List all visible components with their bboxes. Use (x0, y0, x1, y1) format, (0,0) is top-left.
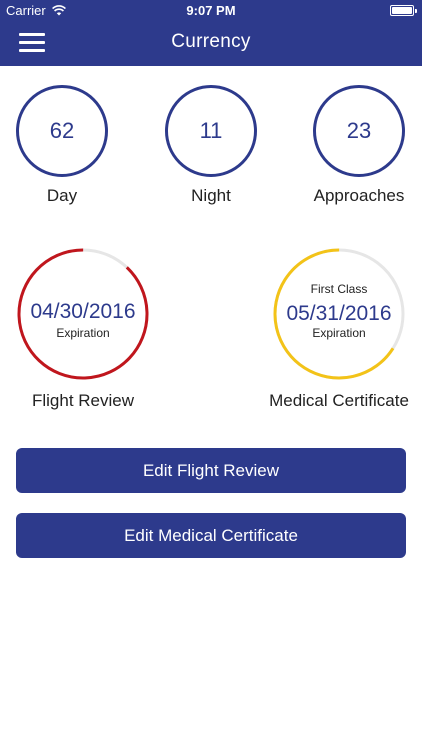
page-title: Currency (171, 31, 251, 52)
edit-flight-review-button[interactable]: Edit Flight Review (16, 448, 406, 493)
medical-expiration-label: Expiration (312, 326, 366, 340)
status-bar: Carrier 9:07 PM (0, 0, 422, 22)
flight-review-label: Flight Review (31, 391, 135, 410)
flight-review-date: 04/30/2016 (30, 300, 136, 323)
approaches-count-ring: 23 (313, 85, 405, 177)
medical-class-label: First Class (310, 282, 368, 296)
day-count-ring: 62 (16, 85, 108, 177)
flight-review-gauge: 04/30/2016 Expiration (16, 247, 150, 381)
status-time: 9:07 PM (186, 3, 236, 18)
edit-medical-certificate-button[interactable]: Edit Medical Certificate (16, 513, 406, 558)
approaches-label: Approaches (313, 186, 405, 205)
flight-review-expiration-label: Expiration (56, 326, 110, 340)
day-label: Day (46, 186, 78, 205)
night-count-value: 11 (199, 118, 223, 143)
battery-icon (390, 5, 417, 16)
approaches-count-value: 23 (346, 118, 372, 143)
medical-date: 05/31/2016 (286, 302, 392, 325)
medical-certificate-gauge: First Class 05/31/2016 Expiration (272, 247, 406, 381)
day-count-value: 62 (49, 118, 75, 143)
night-count-ring: 11 (165, 85, 257, 177)
navigation-bar: Carrier 9:07 PM Currency (0, 0, 422, 66)
medical-certificate-label: Medical Certificate (269, 391, 409, 410)
night-label: Night (191, 186, 231, 205)
